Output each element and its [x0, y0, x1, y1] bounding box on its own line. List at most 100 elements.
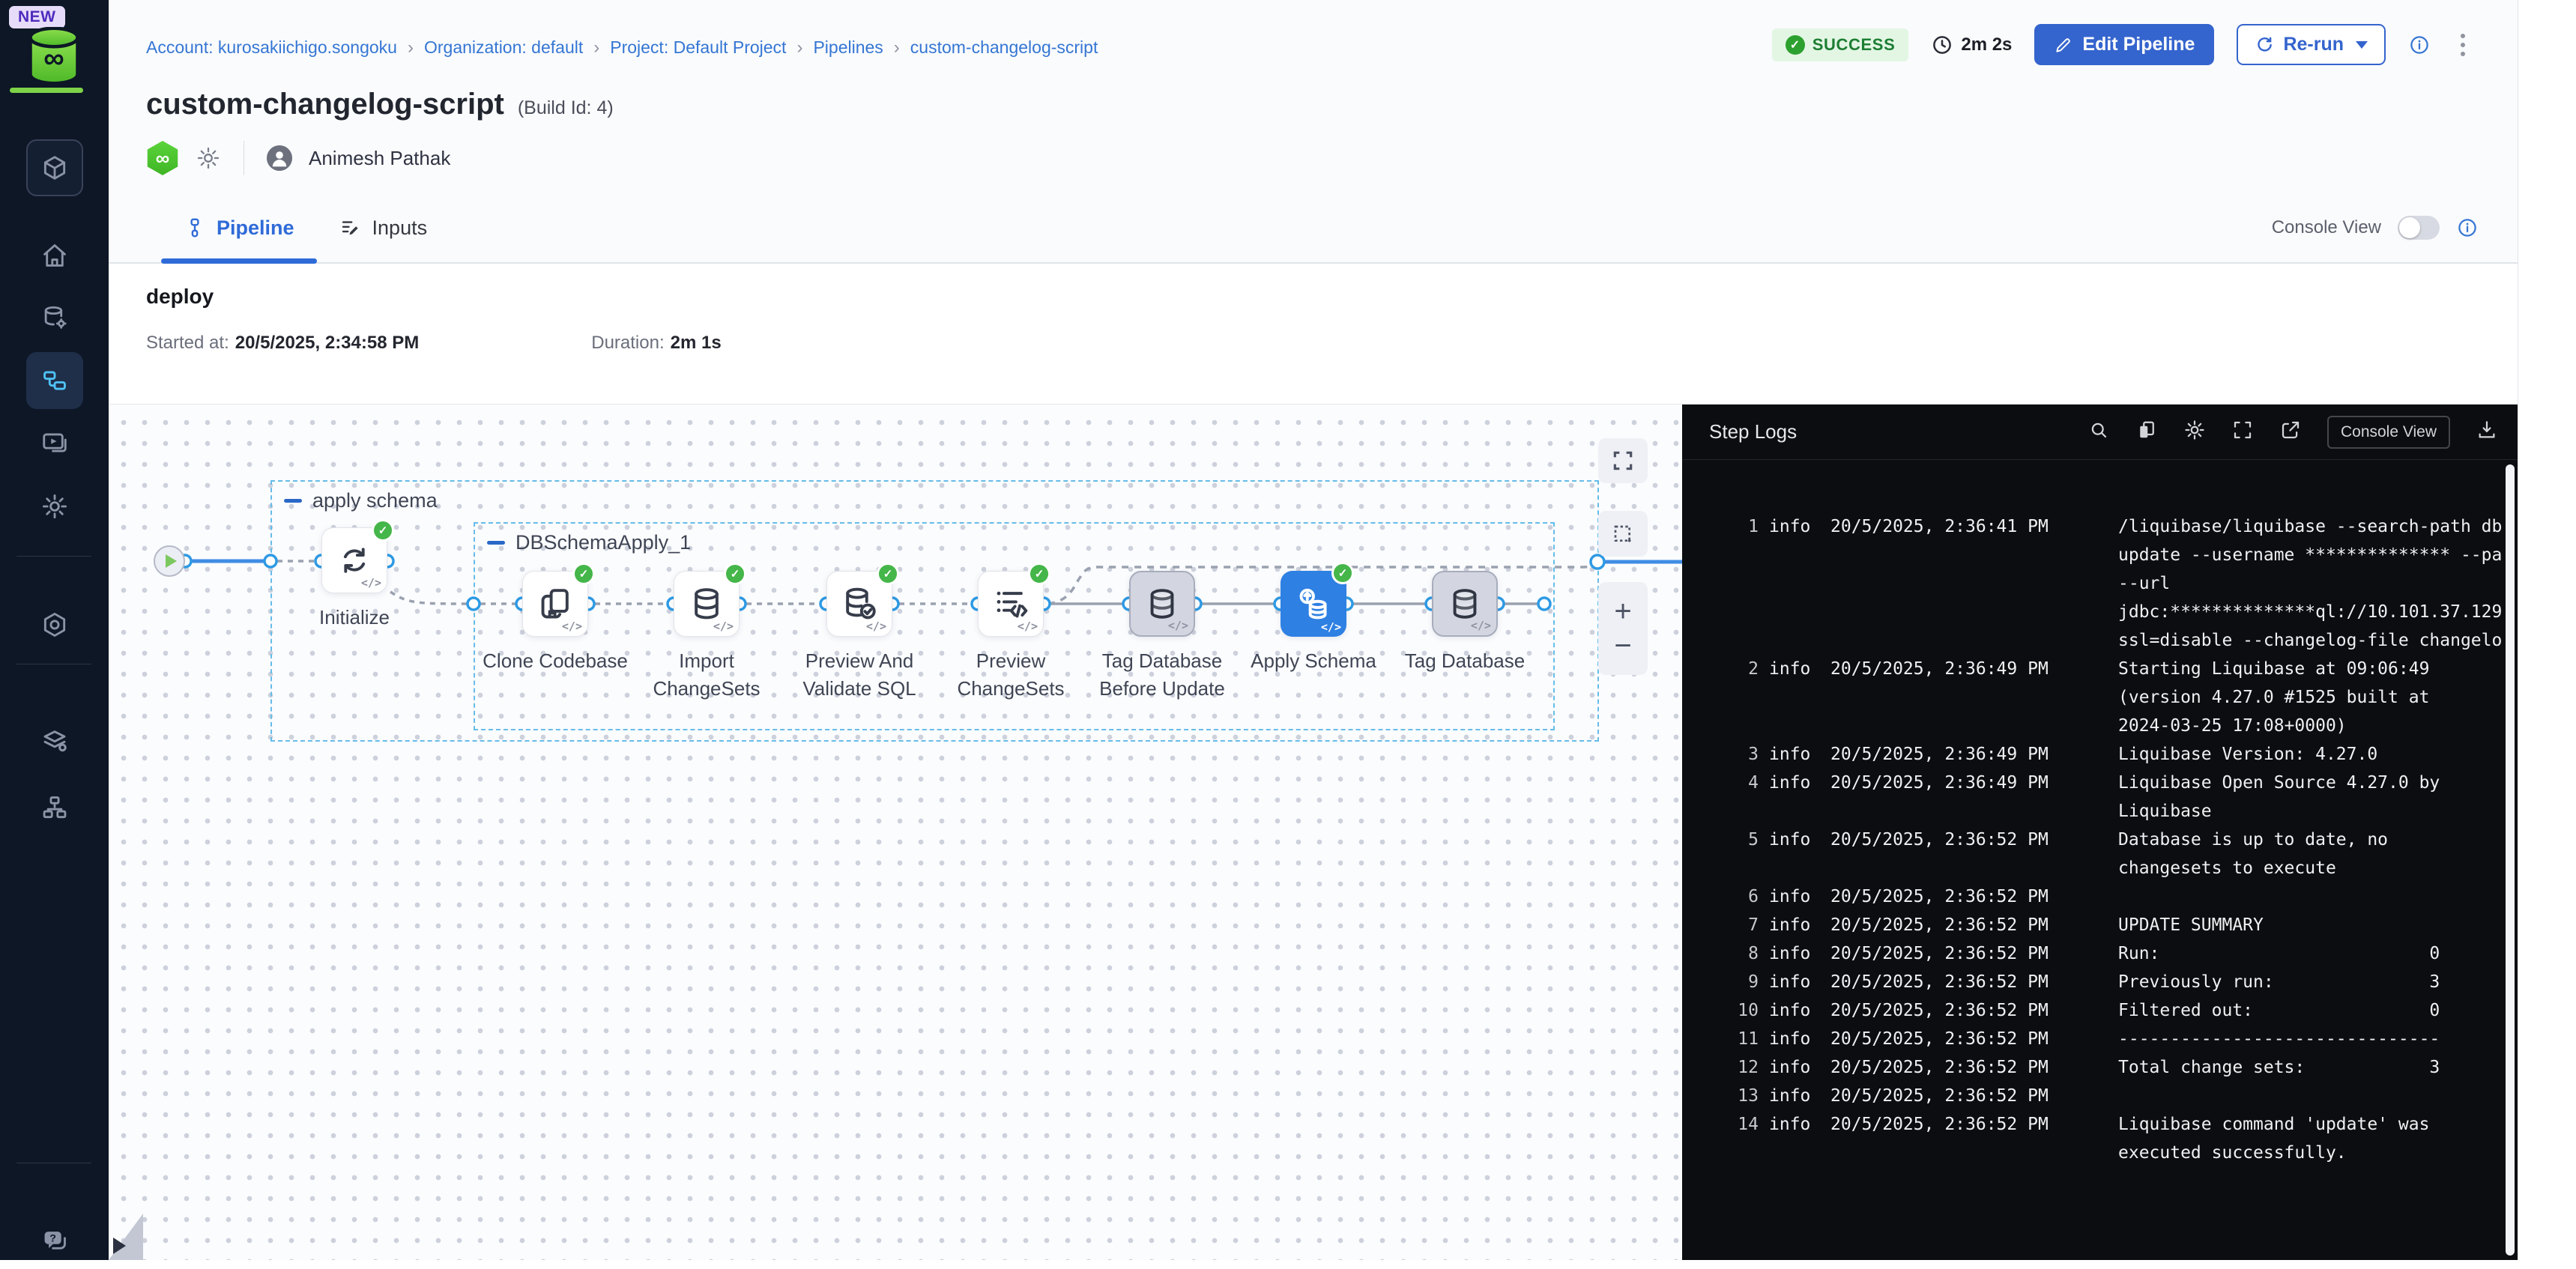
pipeline-node-preview-changesets[interactable]: </>✓ [978, 571, 1044, 637]
step-logs-panel: Step Logs Console View 1info20/5/2025, 2… [1682, 405, 2518, 1260]
log-timestamp: 20/5/2025, 2:36:52 PM [1830, 939, 2094, 968]
log-line: Previously run: 3 [2118, 968, 2518, 996]
log-message: Liquibase command 'update' wasexecuted s… [2094, 1110, 2518, 1167]
code-glyph: </> [1168, 619, 1188, 632]
log-level: info [1759, 740, 1830, 769]
log-row: 5info20/5/2025, 2:36:52 PMDatabase is up… [1682, 826, 2518, 882]
breadcrumb-item[interactable]: Project: Default Project [610, 37, 786, 58]
breadcrumb-item[interactable]: Organization: default [424, 37, 583, 58]
sidebar-item-settings[interactable] [26, 478, 83, 535]
open-in-new-icon[interactable] [2279, 419, 2302, 441]
tab-pipeline[interactable]: Pipeline [161, 193, 317, 262]
sidebar-item-pipelines[interactable] [26, 352, 83, 409]
canvas-fit-button[interactable] [1598, 438, 1648, 483]
help-chat-icon: ? [40, 1226, 69, 1255]
stage-name: deploy [146, 285, 2518, 309]
node-label: Import ChangeSets [632, 647, 781, 703]
log-row: 11info20/5/2025, 2:36:52 PM-------------… [1682, 1025, 2518, 1053]
edit-pipeline-button[interactable]: Edit Pipeline [2034, 24, 2214, 65]
sidebar-item-project-settings[interactable] [26, 596, 83, 653]
stage-summary: deploy Started at:20/5/2025, 2:34:58 PM … [109, 264, 2518, 405]
log-level: info [1759, 769, 1830, 826]
breadcrumb-separator: › [408, 37, 414, 58]
sidebar-item-infrastructure[interactable] [26, 779, 83, 836]
log-level: info [1759, 939, 1830, 968]
info-icon[interactable] [2408, 34, 2431, 56]
breadcrumb-item[interactable]: custom-changelog-script [910, 37, 1098, 58]
chevron-down-icon[interactable] [2356, 41, 2368, 49]
trigger-author: Animesh Pathak [309, 147, 450, 170]
module-indicator-bar [10, 88, 83, 93]
sidebar-item-executions[interactable] [26, 414, 83, 471]
gear-icon[interactable] [196, 145, 221, 171]
refresh-icon [2255, 35, 2274, 55]
sidebar-item-help-chat[interactable]: ? [26, 1212, 83, 1269]
breadcrumb-item[interactable]: Pipelines [813, 37, 883, 58]
page-header: Account: kurosakiichigo.songoku › Organiza… [109, 0, 2518, 193]
pipeline-node-apply-schema[interactable]: </>✓ [1281, 571, 1346, 637]
console-view-toggle[interactable] [2398, 216, 2440, 240]
total-duration: 2m 2s [1931, 34, 2012, 56]
search-icon[interactable] [2087, 419, 2110, 441]
fullscreen-icon[interactable] [2231, 419, 2254, 441]
log-row: 9info20/5/2025, 2:36:52 PMPreviously run… [1682, 968, 2518, 996]
more-options-menu-icon[interactable] [2453, 29, 2473, 61]
stage-started: Started at:20/5/2025, 2:34:58 PM [146, 333, 419, 354]
log-message: Database is up to date, nochangesets to … [2094, 826, 2518, 882]
log-line: Liquibase Open Source 4.27.0 by [2118, 769, 2518, 797]
module-cube-icon [40, 154, 69, 182]
log-row: 13info20/5/2025, 2:36:52 PM [1682, 1082, 2518, 1110]
log-timestamp: 20/5/2025, 2:36:52 PM [1830, 911, 2094, 939]
expand-panel-handle[interactable] [109, 1214, 143, 1260]
log-output[interactable]: 1info20/5/2025, 2:36:41 PM/liquibase/liq… [1682, 460, 2518, 1260]
breadcrumb-item[interactable]: Account: kurosakiichigo.songoku [146, 37, 397, 58]
log-row: 6info20/5/2025, 2:36:52 PM [1682, 882, 2518, 911]
pipeline-node-initialize[interactable]: </>✓ [321, 527, 387, 593]
console-view-button[interactable]: Console View [2327, 416, 2450, 449]
log-line: --url [2118, 569, 2518, 598]
log-level: info [1759, 968, 1830, 996]
rerun-button[interactable]: Re-run [2237, 24, 2386, 65]
log-timestamp: 20/5/2025, 2:36:49 PM [1830, 655, 2094, 740]
log-line-number: 6 [1703, 882, 1759, 911]
sidebar-item-environments[interactable] [26, 713, 83, 770]
log-line: Total change sets: 3 [2118, 1053, 2518, 1082]
log-row: 7info20/5/2025, 2:36:52 PMUPDATE SUMMARY [1682, 911, 2518, 939]
sidebar-item-database-settings[interactable] [26, 289, 83, 346]
pipeline-node-tag-database-before-update[interactable]: </> [1129, 571, 1195, 637]
settings-icon[interactable] [2183, 419, 2206, 441]
log-scrollbar[interactable] [2506, 464, 2515, 1256]
pipeline-node-tag-database[interactable]: </> [1432, 571, 1498, 637]
pipeline-icon [184, 216, 206, 239]
sidebar-item-module-cube[interactable] [26, 139, 83, 196]
svg-text:∞: ∞ [43, 42, 64, 74]
database-devops-logo-icon[interactable]: ∞ [22, 27, 85, 84]
download-icon[interactable] [2476, 419, 2498, 441]
log-timestamp: 20/5/2025, 2:36:52 PM [1830, 1082, 2094, 1110]
sidebar-item-home[interactable] [26, 227, 83, 284]
copy-icon[interactable] [2135, 419, 2158, 441]
log-line-number: 5 [1703, 826, 1759, 882]
marquee-select-icon [1611, 522, 1635, 546]
node-label: Tag Database [1390, 647, 1540, 675]
pipeline-start-node[interactable] [154, 545, 185, 577]
settings-icon [40, 492, 69, 521]
pipeline-node-clone-codebase[interactable]: </>✓ [522, 571, 588, 637]
harness-module-icon: ∞ [146, 141, 179, 175]
project-settings-icon [40, 611, 69, 639]
info-icon[interactable] [2456, 216, 2479, 239]
pipeline-node-import-changesets[interactable]: </>✓ [674, 571, 740, 637]
pipeline-canvas[interactable]: apply schema DBSchemaApply_1 [109, 405, 1682, 1260]
database-up-icon [1294, 584, 1333, 623]
log-line: Starting Liquibase at 09:06:49 [2118, 655, 2518, 683]
zoom-out-button[interactable]: − [1614, 623, 1631, 668]
list-code-icon [991, 584, 1030, 623]
log-row: 2info20/5/2025, 2:36:49 PMStarting Liqui… [1682, 655, 2518, 740]
code-glyph: </> [1471, 619, 1491, 632]
main-area: Account: kurosakiichigo.songoku › Organiza… [109, 0, 2518, 1260]
success-check-icon: ✓ [572, 563, 595, 585]
canvas-select-button[interactable] [1598, 511, 1648, 557]
pipeline-node-preview-and-validate-sql[interactable]: </>✓ [826, 571, 892, 637]
success-check-icon: ✓ [1331, 562, 1354, 584]
tab-inputs[interactable]: Inputs [317, 193, 450, 262]
